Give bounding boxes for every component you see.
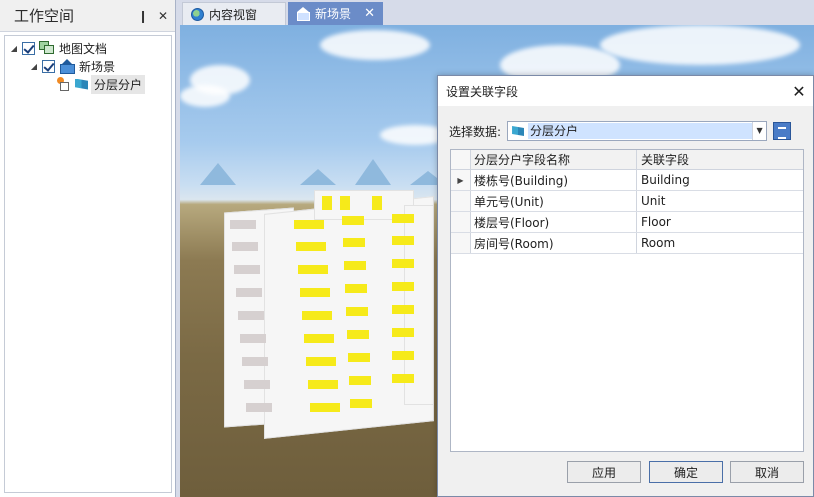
collapse-icon[interactable]: ◢ [9, 43, 19, 53]
flag-icon [512, 126, 525, 136]
row-indicator [451, 233, 471, 253]
field-name-cell: 单元号(Unit) [471, 191, 637, 211]
workspace-header: 工作空间 ❙ ✕ [0, 0, 175, 32]
link-field-cell[interactable]: Unit [637, 191, 803, 211]
chevron-down-icon[interactable]: ▼ [752, 122, 766, 140]
dialog-titlebar: 设置关联字段 ✕ [438, 76, 813, 106]
tree-label-map-doc: 地图文档 [59, 41, 108, 56]
row-indicator-header [451, 150, 471, 169]
tab-label: 内容视窗 [209, 7, 258, 22]
current-row-icon: ▶ [451, 170, 471, 190]
field-name-cell: 楼栋号(Building) [471, 170, 637, 190]
scene-icon [59, 59, 75, 74]
cloud [180, 85, 230, 107]
field-name-cell: 房间号(Room) [471, 233, 637, 253]
app-window: 工作空间 ❙ ✕ ◢ 地图文档 ◢ 新场景 分层分户 内容视窗 新场景 ✕ 设置… [0, 0, 814, 497]
link-field-cell[interactable]: Floor [637, 212, 803, 232]
tab-label: 新场景 [315, 7, 352, 21]
table-row[interactable]: 楼层号(Floor) Floor [451, 212, 803, 233]
select-data-label: 选择数据: [449, 124, 502, 139]
dialog-title: 设置关联字段 [446, 84, 519, 99]
cancel-button[interactable]: 取消 [730, 461, 804, 483]
column-header-link[interactable]: 关联字段 [637, 150, 803, 169]
tree-item-scene[interactable]: ◢ 新场景 [29, 57, 115, 75]
link-field-cell[interactable]: Building [637, 170, 803, 190]
select-data-row: 选择数据: 分层分户 ▼ [449, 120, 805, 142]
workspace-panel: 工作空间 ❙ ✕ ◢ 地图文档 ◢ 新场景 分层分户 [0, 0, 176, 497]
ok-button[interactable]: 确定 [649, 461, 723, 483]
scene-icon [296, 6, 310, 21]
row-indicator [451, 212, 471, 232]
close-icon[interactable]: ✕ [155, 8, 171, 24]
workspace-title: 工作空间 [14, 7, 75, 25]
document-tabbar: 内容视窗 新场景 ✕ [178, 0, 814, 25]
pin-icon[interactable]: ❙ [135, 8, 151, 24]
field-mapping-table: 分层分户字段名称 关联字段 ▶ 楼栋号(Building) Building 单… [450, 149, 804, 452]
apply-button[interactable]: 应用 [567, 461, 641, 483]
link-field-dialog: 设置关联字段 ✕ 选择数据: 分层分户 ▼ 分层分户字段名称 关联字段 ▶ 楼栋… [437, 75, 814, 497]
select-data-dropdown[interactable]: 分层分户 ▼ [507, 121, 768, 141]
link-field-cell[interactable]: Room [637, 233, 803, 253]
cloud [320, 30, 430, 60]
close-icon[interactable]: ✕ [364, 6, 375, 21]
workspace-tree: ◢ 地图文档 ◢ 新场景 分层分户 [4, 35, 172, 493]
tab-new-scene[interactable]: 新场景 ✕ [288, 2, 383, 25]
map-doc-icon [39, 41, 55, 55]
checkbox-map-doc[interactable] [22, 41, 35, 55]
table-row[interactable]: 房间号(Room) Room [451, 233, 803, 254]
select-data-value: 分层分户 [528, 123, 753, 139]
tree-label-layer: 分层分户 [91, 74, 146, 94]
column-header-field[interactable]: 分层分户字段名称 [471, 150, 637, 169]
tree-item-map-doc[interactable]: ◢ 地图文档 [9, 39, 107, 57]
tree-item-layer[interactable]: 分层分户 [57, 74, 146, 94]
layer-edit-icon [57, 77, 71, 91]
table-header: 分层分户字段名称 关联字段 [451, 150, 803, 170]
collapse-icon[interactable]: ◢ [29, 61, 39, 71]
close-icon[interactable]: ✕ [785, 82, 813, 101]
tree-label-scene: 新场景 [79, 59, 116, 74]
table-row[interactable]: ▶ 楼栋号(Building) Building [451, 170, 803, 191]
table-row[interactable]: 单元号(Unit) Unit [451, 191, 803, 212]
cloud [600, 25, 800, 65]
tab-content-view[interactable]: 内容视窗 [182, 2, 286, 25]
globe-icon [191, 7, 204, 21]
checkbox-scene[interactable] [42, 59, 55, 73]
browse-data-button[interactable] [773, 122, 792, 140]
flag-icon [75, 78, 88, 90]
field-name-cell: 楼层号(Floor) [471, 212, 637, 232]
row-indicator [451, 191, 471, 211]
